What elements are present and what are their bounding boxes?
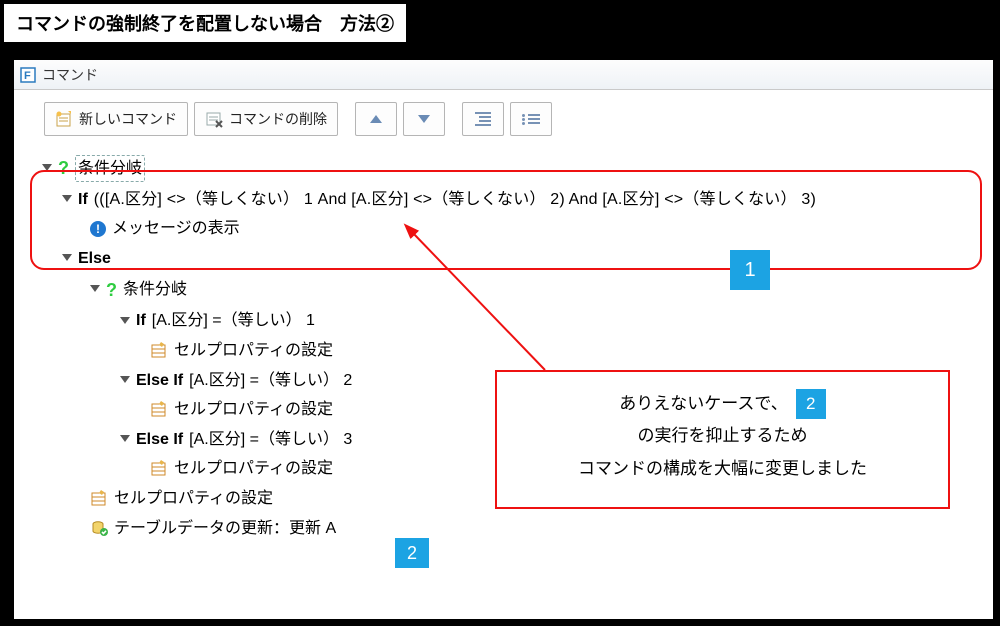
toolbar: 新しいコマンド コマンドの削除 xyxy=(14,90,993,148)
callout-box: ありえないケースで、 2 の実行を抑止するため コマンドの構成を大幅に変更しまし… xyxy=(495,370,950,509)
svg-text:F: F xyxy=(24,70,31,82)
condition-icon: ? xyxy=(58,154,69,183)
indent-icon xyxy=(522,113,540,126)
inner-branch-label: 条件分岐 xyxy=(123,277,187,303)
cellprop-label: セルプロパティの設定 xyxy=(174,338,333,364)
window-titlebar: F コマンド xyxy=(14,60,993,90)
delete-command-label: コマンドの削除 xyxy=(229,109,327,129)
cellprop-label: セルプロパティの設定 xyxy=(174,397,333,423)
cellprop-label: セルプロパティの設定 xyxy=(114,486,273,512)
expand-icon[interactable] xyxy=(120,317,130,324)
root-label: 条件分岐 xyxy=(75,155,145,183)
annotation-badge-1: 1 xyxy=(730,250,770,290)
cellprop-icon xyxy=(150,342,168,360)
if-keyword: If xyxy=(78,187,88,213)
callout-line2: の実行を抑止するため xyxy=(515,420,930,452)
update-node[interactable]: テーブルデータの更新：更新 A xyxy=(42,514,973,544)
msg-label: メッセージの表示 xyxy=(112,216,240,242)
outdent-icon xyxy=(475,110,491,128)
if-condition: (([A.区分] <>（等しくない） 1 And [A.区分] <>（等しくない… xyxy=(94,187,816,213)
if2-keyword: If xyxy=(136,308,146,334)
arrow-up-icon xyxy=(370,115,382,123)
expand-icon[interactable] xyxy=(42,164,52,171)
update-label: テーブルデータの更新：更新 A xyxy=(114,516,336,542)
if-node[interactable]: If (([A.区分] <>（等しくない） 1 And [A.区分] <>（等し… xyxy=(42,185,973,215)
new-icon xyxy=(55,110,73,128)
move-down-button[interactable] xyxy=(403,102,445,136)
delete-icon xyxy=(205,110,223,128)
outdent-button[interactable] xyxy=(462,102,504,136)
move-up-button[interactable] xyxy=(355,102,397,136)
if2-condition: [A.区分] =（等しい） 1 xyxy=(152,308,315,334)
annotation-badge-2-callout: 2 xyxy=(796,389,826,419)
badge-text: 2 xyxy=(407,543,417,564)
delete-command-button[interactable]: コマンドの削除 xyxy=(194,102,338,136)
toolbar-separator xyxy=(346,102,347,136)
app-icon: F xyxy=(20,67,36,83)
condition-icon: ? xyxy=(106,276,117,305)
elseif1-condition: [A.区分] =（等しい） 2 xyxy=(189,368,352,394)
toolbar-separator xyxy=(453,102,454,136)
cellprop-node-1[interactable]: セルプロパティの設定 xyxy=(42,336,973,366)
expand-icon[interactable] xyxy=(62,254,72,261)
new-command-label: 新しいコマンド xyxy=(79,109,177,129)
caption-text: コマンドの強制終了を配置しない場合 方法② xyxy=(16,14,394,34)
annotation-badge-2-inline: 2 xyxy=(395,538,429,568)
msg-node[interactable]: ! メッセージの表示 xyxy=(42,214,973,244)
expand-icon[interactable] xyxy=(62,195,72,202)
else-node[interactable]: Else xyxy=(42,244,973,274)
expand-icon[interactable] xyxy=(120,435,130,442)
database-icon xyxy=(90,519,108,537)
new-command-button[interactable]: 新しいコマンド xyxy=(44,102,188,136)
cellprop-icon xyxy=(150,401,168,419)
cellprop-label: セルプロパティの設定 xyxy=(174,456,333,482)
callout-line1: ありえないケースで、 xyxy=(619,388,787,420)
arrow-down-icon xyxy=(418,115,430,123)
elseif-keyword: Else If xyxy=(136,368,183,394)
indent-button[interactable] xyxy=(510,102,552,136)
callout-line3: コマンドの構成を大幅に変更しました xyxy=(515,453,930,485)
caption-box: コマンドの強制終了を配置しない場合 方法② xyxy=(2,2,408,44)
expand-icon[interactable] xyxy=(120,376,130,383)
command-window: F コマンド 新しいコマンド コマンドの削除 ? xyxy=(12,58,995,621)
inner-branch-node[interactable]: ? 条件分岐 xyxy=(42,274,973,307)
tree-root[interactable]: ? 条件分岐 xyxy=(42,152,973,185)
if2-node[interactable]: If [A.区分] =（等しい） 1 xyxy=(42,306,973,336)
badge-text: 1 xyxy=(744,259,755,282)
info-icon: ! xyxy=(90,221,106,237)
cellprop-icon xyxy=(90,490,108,508)
else-keyword: Else xyxy=(78,246,111,272)
window-title: コマンド xyxy=(42,65,98,85)
cellprop-icon xyxy=(150,460,168,478)
elseif2-condition: [A.区分] =（等しい） 3 xyxy=(189,427,352,453)
elseif-keyword: Else If xyxy=(136,427,183,453)
expand-icon[interactable] xyxy=(90,285,100,292)
